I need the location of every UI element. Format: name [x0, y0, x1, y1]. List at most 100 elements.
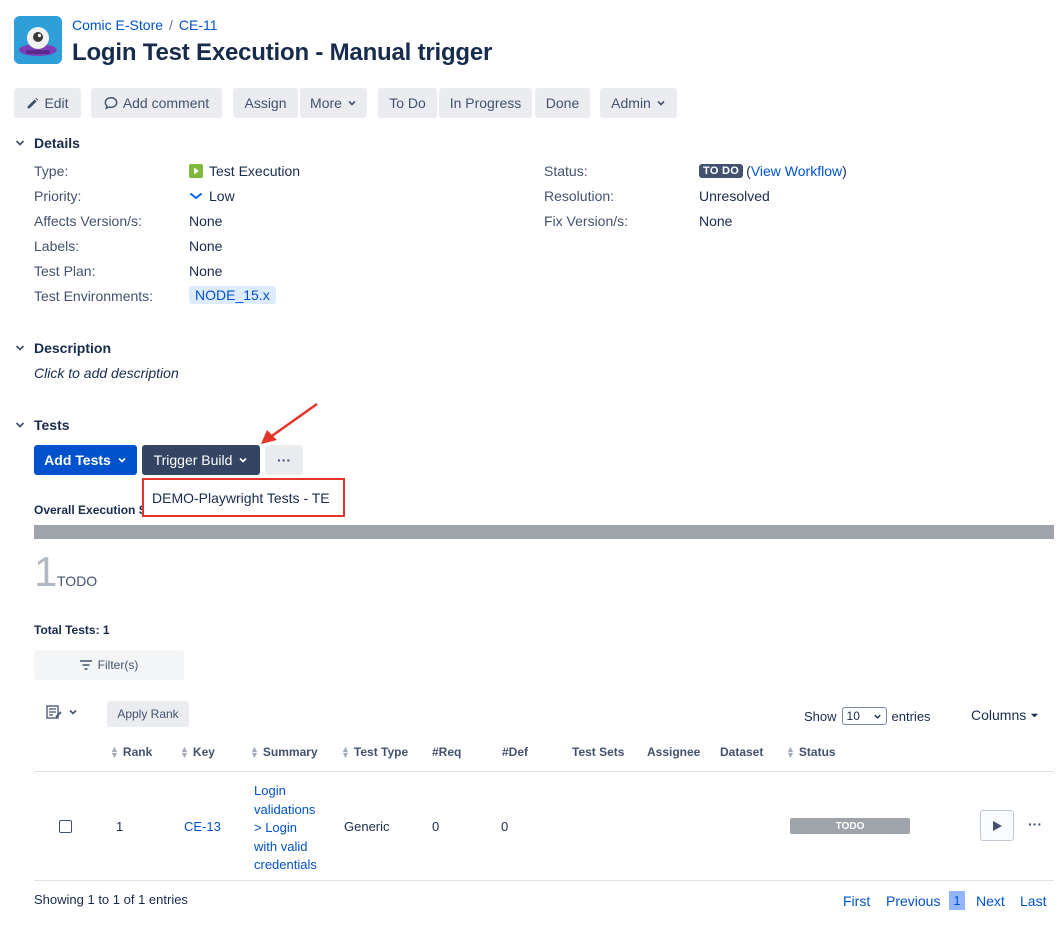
filters-button[interactable]: Filter(s): [34, 650, 184, 680]
chevron-down-icon: [118, 457, 126, 463]
show-label: Show: [804, 708, 837, 724]
chevron-down-icon: [239, 457, 247, 463]
col-req: #Req: [432, 745, 461, 759]
list-edit-icon: [46, 705, 62, 719]
in-progress-transition-button[interactable]: In Progress: [439, 88, 532, 118]
assign-button[interactable]: Assign: [233, 88, 298, 118]
type-label: Type:: [34, 163, 69, 179]
col-status[interactable]: ▲ ▼ Status: [786, 745, 836, 760]
type-text: Test Execution: [209, 163, 301, 179]
col-req-label: #Req: [432, 745, 462, 759]
trigger-build-label: Trigger Build: [153, 452, 233, 468]
entries-selector: Show 10 entries: [804, 707, 931, 725]
col-def-label: #Def: [502, 745, 529, 759]
project-avatar[interactable]: [14, 16, 62, 64]
edit-button[interactable]: Edit: [14, 88, 81, 118]
annotation-arrow-icon: [261, 402, 318, 444]
sort-icon: ▲ ▼: [250, 744, 259, 760]
more-dropdown[interactable]: More: [300, 88, 367, 118]
col-key[interactable]: ▲ ▼ Key: [180, 745, 215, 760]
done-transition-button[interactable]: Done: [535, 88, 590, 118]
column-selector-button[interactable]: [46, 704, 78, 720]
sort-icon: ▲ ▼: [110, 744, 119, 760]
pager-previous[interactable]: Previous: [886, 893, 940, 909]
affects-version-label: Affects Version/s:: [34, 213, 142, 229]
test-environment-tag[interactable]: NODE_15.x: [189, 286, 276, 304]
columns-dropdown[interactable]: Columns: [971, 707, 1039, 723]
summary-line: Login: [254, 783, 286, 798]
add-comment-button[interactable]: Add comment: [91, 88, 222, 118]
done-label: Done: [545, 95, 580, 111]
row-rank: 1: [116, 819, 124, 834]
pager-first[interactable]: First: [843, 893, 870, 909]
col-test-type[interactable]: ▲ ▼ Test Type: [341, 744, 408, 760]
entries-select[interactable]: 10: [841, 707, 887, 725]
play-icon: [993, 820, 1002, 831]
apply-rank-button[interactable]: Apply Rank: [107, 701, 189, 727]
type-value: Test Execution: [189, 163, 300, 179]
admin-dropdown[interactable]: Admin: [600, 88, 677, 118]
description-section-toggle[interactable]: Description: [14, 340, 111, 356]
details-section-toggle[interactable]: Details: [14, 135, 80, 151]
table-row: 1 CE-13 Login validations > Login with v…: [34, 772, 1054, 880]
caret-down-icon: [1031, 713, 1039, 717]
add-comment-label: Add comment: [122, 95, 210, 111]
row-checkbox[interactable]: [59, 820, 72, 833]
breadcrumb-separator: /: [169, 17, 173, 33]
row-status-badge: TODO: [790, 818, 910, 834]
priority-low-icon: [190, 193, 202, 200]
total-tests: Total Tests: 1: [34, 623, 110, 637]
more-dots-icon: ···: [277, 452, 291, 468]
col-summary-label: Summary: [262, 745, 318, 759]
assign-label: Assign: [244, 95, 287, 111]
in-progress-label: In Progress: [449, 95, 522, 111]
status-label: Status:: [544, 163, 588, 179]
pager-current-page[interactable]: 1: [949, 891, 965, 910]
pencil-icon: [28, 97, 39, 108]
add-tests-button[interactable]: Add Tests: [34, 445, 137, 475]
resolution-value: Unresolved: [699, 188, 770, 204]
col-assignee-label: Assignee: [647, 745, 701, 759]
tests-more-button[interactable]: ···: [265, 445, 303, 475]
col-dataset: Dataset: [720, 745, 763, 759]
col-rank[interactable]: ▲ ▼ Rank: [110, 744, 152, 760]
apply-rank-label: Apply Rank: [117, 707, 179, 721]
pager-next[interactable]: Next: [976, 893, 1005, 909]
breadcrumb-project[interactable]: Comic E-Store: [72, 17, 163, 33]
todo-transition-button[interactable]: To Do: [378, 88, 437, 118]
test-environments-label: Test Environments:: [34, 288, 154, 304]
row-key-link[interactable]: CE-13: [184, 819, 221, 834]
labels-label: Labels:: [34, 238, 80, 254]
trigger-build-button[interactable]: Trigger Build: [142, 445, 260, 475]
col-key-label: Key: [192, 745, 215, 759]
breadcrumb-issue-key[interactable]: CE-11: [179, 17, 218, 33]
chevron-down-icon: [873, 714, 881, 719]
summary-line: validations: [254, 801, 316, 817]
col-def: #Def: [502, 745, 528, 759]
row-summary-link[interactable]: Login validations > Login with valid cre…: [254, 782, 317, 875]
chevron-down-icon: [69, 709, 77, 715]
more-label: More: [310, 95, 342, 111]
summary-line: > Login: [254, 820, 298, 835]
todo-label: To Do: [389, 95, 426, 111]
table-footer-divider: [34, 880, 1054, 881]
run-test-button[interactable]: [980, 810, 1014, 841]
fix-version-value: None: [699, 213, 733, 229]
description-placeholder[interactable]: Click to add description: [34, 365, 179, 381]
row-actions-more-icon[interactable]: ···: [1028, 816, 1042, 832]
trigger-build-dropdown-item[interactable]: DEMO-Playwright Tests - TE: [142, 478, 345, 517]
filter-icon: [79, 660, 92, 670]
tests-section-toggle[interactable]: Tests: [14, 417, 70, 433]
pager-last[interactable]: Last: [1020, 893, 1046, 909]
col-assignee: Assignee: [647, 745, 700, 759]
view-workflow-link[interactable]: View Workflow: [751, 163, 842, 179]
col-summary[interactable]: ▲ ▼ Summary: [250, 744, 318, 760]
summary-line: credentials: [254, 857, 317, 872]
sort-icon: ▲ ▼: [341, 744, 350, 760]
priority-label: Priority:: [34, 188, 82, 204]
col-dataset-label: Dataset: [720, 745, 764, 759]
showing-entries-info: Showing 1 to 1 of 1 entries: [34, 892, 188, 907]
col-test-sets: Test Sets: [572, 745, 624, 759]
chevron-down-icon: [348, 100, 356, 106]
test-plan-value: None: [189, 263, 223, 279]
